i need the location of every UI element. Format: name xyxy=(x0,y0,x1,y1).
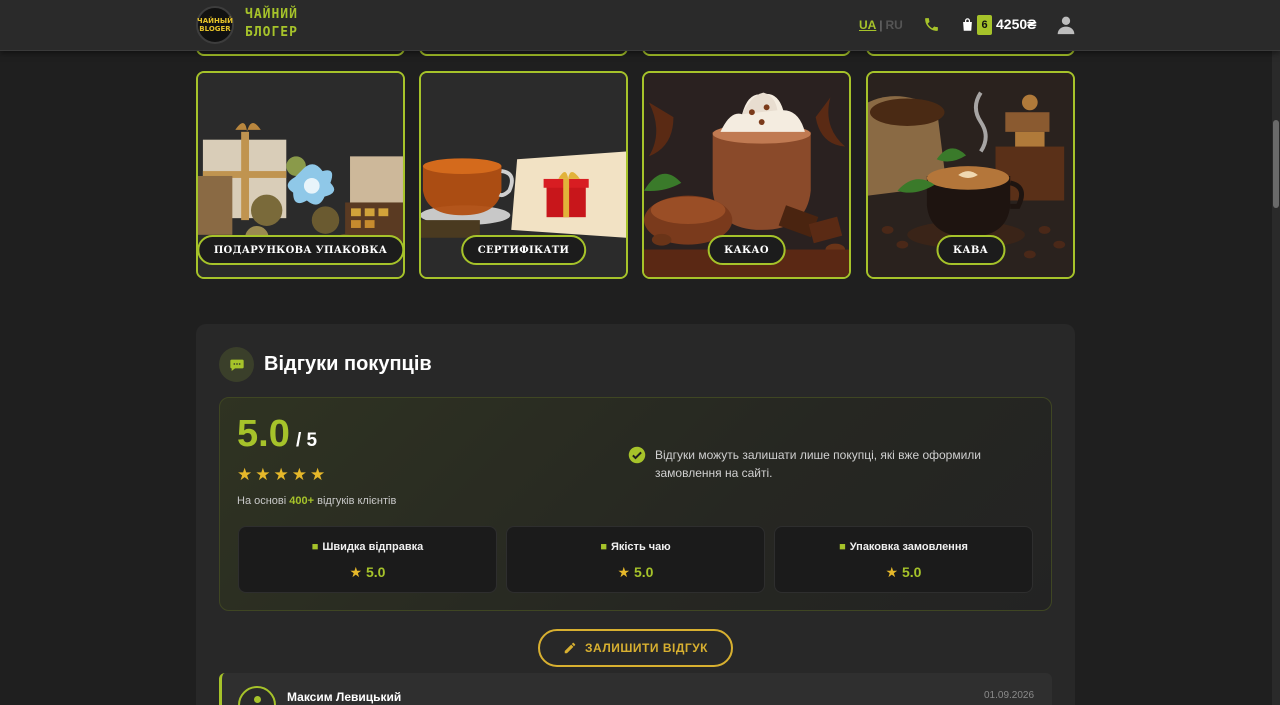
category-card-cocoa[interactable]: КАКАО xyxy=(642,71,851,279)
metric-value: ★ 5.0 xyxy=(507,564,764,581)
review-date: 01.09.2026 xyxy=(984,690,1035,701)
leave-review-button[interactable]: ЗАЛИШИТИ ВІДГУК xyxy=(538,629,733,667)
category-card-coffee[interactable]: КАВА xyxy=(866,71,1075,279)
metric-label-text: Упаковка замовлення xyxy=(849,541,968,553)
metric-label: ■ Швидка відправка xyxy=(239,541,496,553)
metric-label-text: Швидка відправка xyxy=(322,541,424,553)
metric-label-text: Якість чаю xyxy=(610,541,671,553)
lang-separator: | xyxy=(879,18,883,32)
metric-value-text: 5.0 xyxy=(633,564,654,580)
based-suffix: відгуків клієнтів xyxy=(314,495,397,507)
user-account-icon[interactable] xyxy=(1056,14,1076,36)
average-score: 5.0 xyxy=(237,413,290,455)
logo-badge-line1: ЧАЙНЫЙ xyxy=(197,17,233,25)
metric-value-text: 5.0 xyxy=(901,564,922,580)
score-max: / 5 xyxy=(296,430,318,451)
star-icon: ★ xyxy=(885,564,899,580)
metric-card-shipping: ■ Швидка відправка ★ 5.0 xyxy=(238,526,497,593)
review-notice: Відгуки можуть залишати лише покупці, як… xyxy=(655,448,981,480)
pencil-icon xyxy=(564,642,576,654)
language-switcher: UA | RU xyxy=(859,18,903,32)
logo-text-line1: ЧАЙНИЙ xyxy=(245,7,298,22)
scrollbar[interactable] xyxy=(1272,0,1280,705)
truck-icon: ■ xyxy=(311,541,319,553)
category-label[interactable]: ПОДАРУНКОВА УПАКОВКА xyxy=(198,235,403,265)
logo-text[interactable]: ЧАЙНИЙ БЛОГЕР xyxy=(245,6,298,42)
check-circle-icon xyxy=(628,446,646,464)
site-header: ЧАЙНЫЙ BLOGER ЧАЙНИЙ БЛОГЕР UA | RU 6 4250… xyxy=(0,0,1280,51)
based-on-count: На основі 400+ відгуків клієнтів xyxy=(237,495,396,507)
reviews-title: Відгуки покупців xyxy=(264,353,432,375)
category-label[interactable]: КАВА xyxy=(935,235,1006,265)
lang-ua-link[interactable]: UA xyxy=(859,18,876,32)
metric-value-text: 5.0 xyxy=(365,564,386,580)
logo-badge-line2: BLOGER xyxy=(199,25,231,33)
based-prefix: На основі xyxy=(237,495,290,507)
mug-icon: ■ xyxy=(600,541,607,553)
review-count: 400+ xyxy=(289,495,315,507)
scrollbar-thumb[interactable] xyxy=(1273,120,1279,208)
star-icon: ★ xyxy=(349,564,363,580)
metric-card-tea-quality: ■ Якість чаю ★ 5.0 xyxy=(506,526,765,593)
metric-label: ■ Якість чаю xyxy=(507,541,764,553)
logo-text-line2: БЛОГЕР xyxy=(245,25,298,40)
rating-stars: ★★★★★ xyxy=(237,465,329,484)
cart-count-badge[interactable]: 6 xyxy=(977,15,992,35)
category-label[interactable]: СЕРТИФІКАТИ xyxy=(460,235,587,265)
lang-ru-link[interactable]: RU xyxy=(885,18,902,32)
box-icon: ■ xyxy=(839,541,846,553)
metric-card-packaging: ■ Упаковка замовлення ★ 5.0 xyxy=(774,526,1033,593)
reviewer-name: Максим Левицький xyxy=(287,690,402,704)
logo-badge[interactable]: ЧАЙНЫЙ BLOGER xyxy=(196,6,234,44)
metric-label: ■ Упаковка замовлення xyxy=(775,541,1032,553)
category-card-certificates[interactable]: СЕРТИФІКАТИ xyxy=(419,71,628,279)
leave-review-label: ЗАЛИШИТИ ВІДГУК xyxy=(585,641,708,655)
metric-value: ★ 5.0 xyxy=(239,564,496,581)
phone-icon[interactable] xyxy=(923,16,940,33)
star-icon: ★ xyxy=(617,564,631,580)
category-label[interactable]: КАКАО xyxy=(707,235,786,265)
shopping-bag-icon[interactable] xyxy=(960,16,975,33)
metric-value: ★ 5.0 xyxy=(775,564,1032,581)
chat-bubble-icon xyxy=(219,347,254,382)
cart-total[interactable]: 4250₴ xyxy=(996,16,1036,32)
category-card-gift-packaging[interactable]: ПОДАРУНКОВА УПАКОВКА xyxy=(196,71,405,279)
